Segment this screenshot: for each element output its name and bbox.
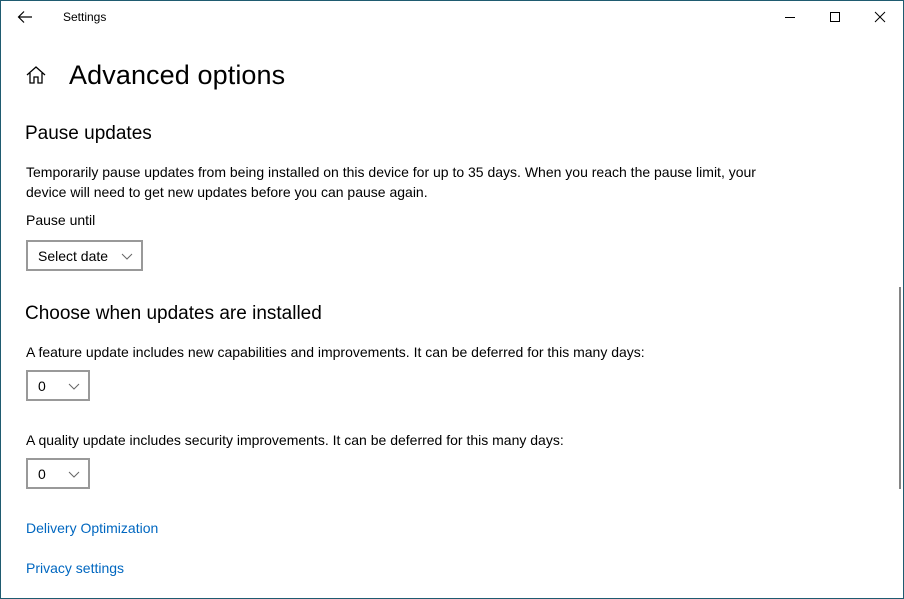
page-title: Advanced options: [69, 59, 286, 90]
chevron-down-icon: [121, 253, 133, 260]
window-title: Settings: [63, 10, 107, 24]
minimize-button[interactable]: [767, 1, 813, 33]
back-button[interactable]: [9, 3, 41, 31]
privacy-settings-link[interactable]: Privacy settings: [26, 560, 124, 576]
minimize-icon: [785, 17, 795, 18]
pause-until-value: Select date: [38, 247, 109, 264]
choose-when-heading: Choose when updates are installed: [25, 303, 322, 324]
chevron-down-icon: [68, 471, 80, 478]
title-bar: Settings: [1, 1, 903, 33]
maximize-icon: [830, 12, 840, 22]
close-button[interactable]: [857, 1, 903, 33]
pause-updates-description-line2: device will need to get new updates befo…: [26, 184, 428, 200]
quality-update-label: A quality update includes security impro…: [26, 432, 564, 448]
pause-updates-heading: Pause updates: [25, 123, 152, 144]
maximize-button[interactable]: [812, 1, 858, 33]
delivery-optimization-link[interactable]: Delivery Optimization: [26, 520, 158, 536]
quality-update-defer-dropdown[interactable]: 0: [26, 458, 90, 489]
settings-window: Settings Advanced options Pause updates …: [0, 0, 904, 599]
pause-until-date-dropdown[interactable]: Select date: [26, 240, 143, 271]
feature-update-defer-dropdown[interactable]: 0: [26, 370, 90, 401]
quality-update-value: 0: [38, 465, 46, 482]
back-arrow-icon: [17, 11, 32, 23]
feature-update-value: 0: [38, 377, 46, 394]
feature-update-label: A feature update includes new capabiliti…: [26, 344, 645, 360]
scrollbar-thumb[interactable]: [899, 287, 901, 489]
home-icon[interactable]: [25, 64, 47, 86]
close-icon: [874, 11, 886, 23]
chevron-down-icon: [68, 383, 80, 390]
pause-until-label: Pause until: [26, 212, 96, 228]
pause-updates-description-line1: Temporarily pause updates from being ins…: [26, 164, 756, 180]
page-header: Advanced options: [25, 57, 285, 93]
